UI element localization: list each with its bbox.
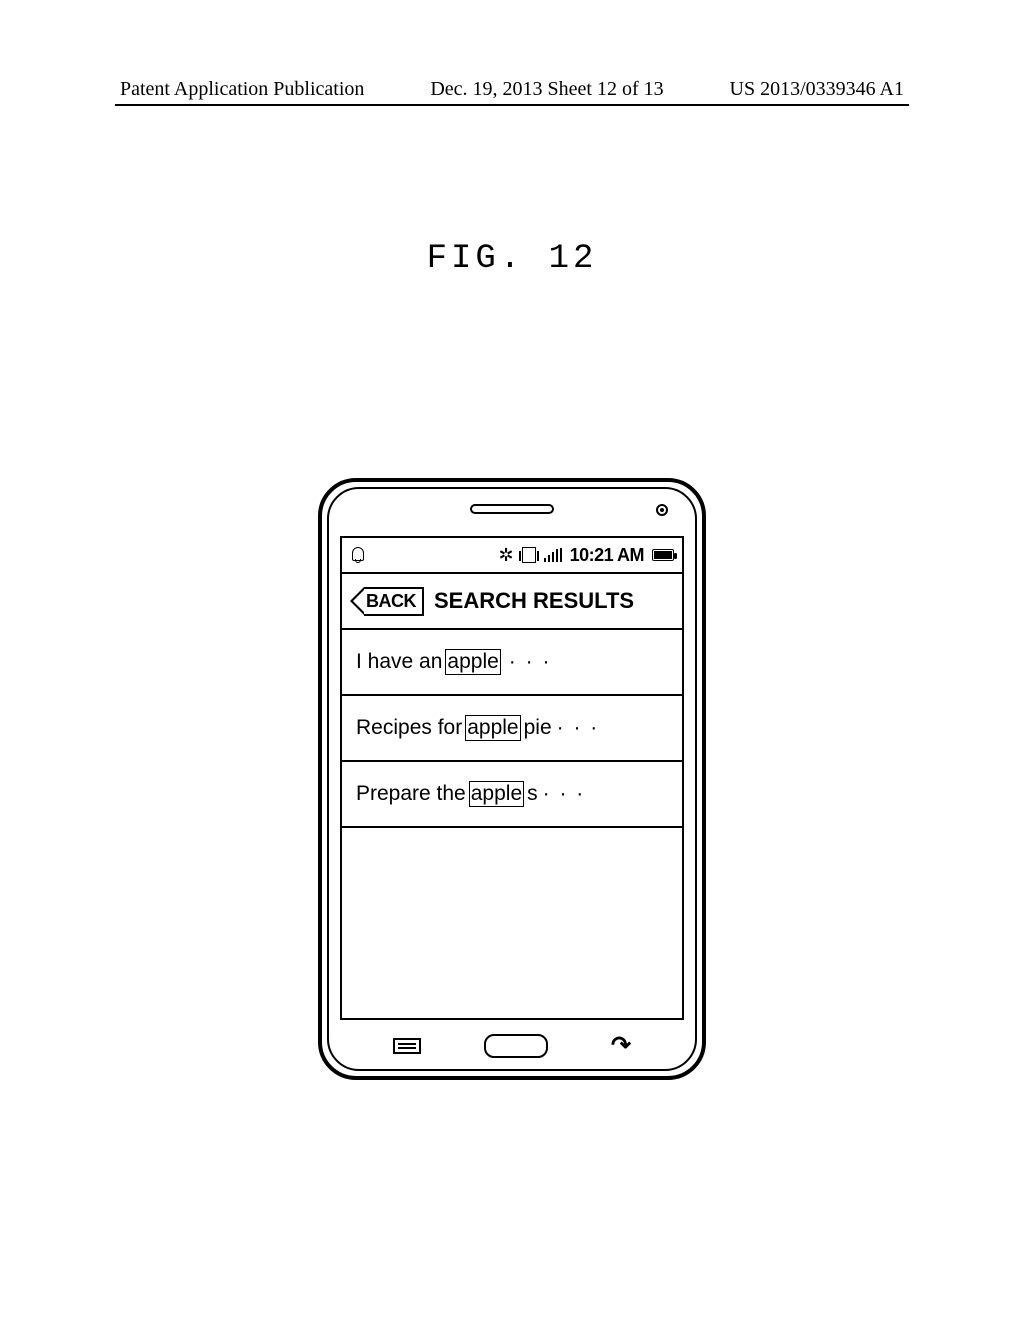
header-publication: Patent Application Publication	[120, 78, 364, 101]
page-title: SEARCH RESULTS	[434, 588, 634, 614]
bluetooth-icon: ✲	[499, 546, 514, 564]
back-hw-icon[interactable]: ↶	[611, 1031, 631, 1060]
highlight-term: apple	[445, 649, 500, 675]
menu-button-icon[interactable]	[393, 1038, 421, 1054]
search-result-row[interactable]: Prepare the apples · · ·	[342, 762, 682, 828]
title-bar: BACK SEARCH RESULTS	[342, 574, 682, 630]
notification-icon	[350, 547, 364, 563]
clock-text: 10:21 AM	[570, 545, 644, 566]
vibrate-icon	[522, 547, 536, 563]
search-result-row[interactable]: I have an apple · · ·	[342, 630, 682, 696]
hardware-nav: ↶	[322, 1031, 702, 1060]
result-text-pre: Recipes for	[356, 716, 462, 740]
figure-label: FIG. 12	[0, 240, 1024, 278]
header-pub-number: US 2013/0339346 A1	[730, 78, 904, 101]
header-date-sheet: Dec. 19, 2013 Sheet 12 of 13	[430, 78, 663, 101]
result-text-pre: I have an	[356, 650, 442, 674]
battery-icon	[652, 549, 674, 561]
result-text-pre: Prepare the	[356, 782, 466, 806]
search-result-row[interactable]: Recipes for apple pie · · ·	[342, 696, 682, 762]
page-header: Patent Application Publication Dec. 19, …	[0, 78, 1024, 101]
highlight-term: apple	[469, 781, 524, 807]
home-button[interactable]	[484, 1034, 548, 1058]
result-text-post: pie	[524, 716, 552, 740]
header-rule	[115, 104, 909, 106]
highlight-term: apple	[465, 715, 520, 741]
phone-screen: ✲ 10:21 AM BACK SEARCH RESULTS I have an…	[340, 536, 684, 1020]
signal-icon	[544, 548, 562, 562]
ellipsis-icon: · · ·	[557, 716, 600, 740]
result-text-post: s	[527, 782, 538, 806]
back-button[interactable]: BACK	[364, 587, 424, 616]
ellipsis-icon: · · ·	[509, 650, 552, 674]
phone-device: ✲ 10:21 AM BACK SEARCH RESULTS I have an…	[318, 478, 706, 1080]
ellipsis-icon: · · ·	[543, 782, 586, 806]
status-bar: ✲ 10:21 AM	[342, 538, 682, 574]
camera-icon	[656, 504, 668, 516]
speaker-icon	[470, 504, 554, 514]
